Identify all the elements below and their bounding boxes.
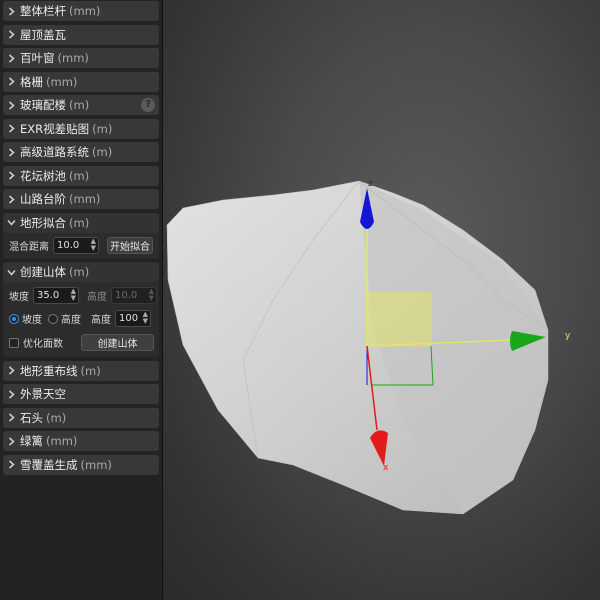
radio-height-label: 高度 bbox=[61, 315, 81, 326]
chevron-right-icon bbox=[7, 413, 17, 422]
chevron-right-icon bbox=[7, 194, 17, 204]
section-label: 高级道路系统 bbox=[20, 145, 89, 159]
chevron-right-icon bbox=[7, 77, 17, 86]
terrain-fit-unit: (m) bbox=[69, 215, 90, 230]
section-unit: (mm) bbox=[80, 457, 112, 472]
section-unit: (mm) bbox=[46, 434, 78, 448]
section-unit: (m) bbox=[92, 145, 113, 159]
x-axis-label: x bbox=[383, 463, 389, 473]
chevron-right-icon bbox=[7, 6, 17, 16]
chevron-right-icon bbox=[7, 460, 17, 469]
chevron-right-icon bbox=[7, 124, 17, 133]
section-header[interactable]: 外景天空 bbox=[3, 384, 159, 404]
section-header[interactable]: 山路台阶 (mm) bbox=[3, 189, 159, 209]
stepper-arrows-icon[interactable]: ▲ ▼ bbox=[91, 238, 96, 252]
section-unit: (m) bbox=[92, 121, 113, 136]
chevron-down-icon bbox=[7, 218, 17, 227]
section-label: 百叶窗 bbox=[20, 51, 55, 65]
section-label: 格栅 bbox=[20, 74, 43, 89]
tools-sidebar: 整体栏杆 (mm) 屋顶盖瓦 百叶窗 (mm) 格栅 (mm) 玻璃配楼 (m)? EXR视差贴图… bbox=[0, 0, 163, 600]
mountain-scene[interactable]: z y x bbox=[163, 0, 600, 600]
start-fit-button[interactable]: 开始拟合 bbox=[107, 237, 153, 254]
terrain-fit-panel: 地形拟合 (m) 混合距离 10.0 ▲ ▼ 开始拟合 bbox=[3, 212, 159, 259]
chevron-right-icon bbox=[7, 147, 17, 157]
3d-viewport[interactable]: z y x bbox=[163, 0, 600, 600]
section-label: 外景天空 bbox=[20, 387, 66, 401]
chevron-right-icon bbox=[7, 436, 17, 446]
section-header[interactable]: 格栅 (mm) bbox=[3, 71, 159, 92]
section-label: 地形重布线 bbox=[20, 363, 78, 378]
section-label: 山路台阶 bbox=[20, 192, 66, 206]
radio-height[interactable] bbox=[48, 313, 58, 324]
create-mountain-header[interactable]: 创建山体 (m) bbox=[3, 262, 159, 282]
section-header[interactable]: 花坛树池 (m) bbox=[3, 165, 159, 186]
section-unit: (mm) bbox=[69, 192, 101, 206]
optimize-faces-label: 优化面数 bbox=[23, 339, 63, 350]
z-axis-label: z bbox=[368, 179, 373, 189]
create-mountain-button[interactable]: 创建山体 bbox=[81, 334, 154, 351]
chevron-right-icon bbox=[7, 100, 17, 110]
blend-distance-value: 10.0 bbox=[57, 240, 80, 251]
section-label: EXR视差贴图 bbox=[20, 121, 90, 136]
terrain-fit-label: 地形拟合 bbox=[20, 215, 66, 230]
gizmo-plane[interactable] bbox=[366, 291, 432, 347]
section-label: 雪覆盖生成 bbox=[20, 457, 78, 472]
chevron-right-icon bbox=[7, 30, 17, 39]
create-mountain-unit: (m) bbox=[69, 265, 90, 279]
chevron-right-icon bbox=[7, 171, 17, 180]
chevron-right-icon bbox=[7, 389, 17, 399]
section-header[interactable]: EXR视差贴图 (m) bbox=[3, 118, 159, 139]
section-header[interactable]: 雪覆盖生成 (mm) bbox=[3, 454, 159, 475]
stepper-arrows-icon: ▲ ▼ bbox=[148, 287, 154, 302]
section-label: 石头 bbox=[20, 410, 43, 425]
y-axis-label: y bbox=[565, 331, 571, 341]
slope-label: 坡度 bbox=[9, 292, 29, 303]
section-label: 玻璃配楼 bbox=[20, 98, 66, 112]
height-input[interactable]: 100 ▲ ▼ bbox=[115, 310, 151, 327]
radio-slope-label: 坡度 bbox=[22, 315, 42, 326]
section-header[interactable]: 地形重布线 (m) bbox=[3, 360, 159, 381]
section-label: 整体栏杆 bbox=[20, 4, 66, 18]
section-unit: (m) bbox=[80, 363, 101, 378]
section-header[interactable]: 高级道路系统 (m) bbox=[3, 142, 159, 162]
section-label: 屋顶盖瓦 bbox=[20, 27, 66, 42]
slope-input[interactable]: 35.0 ▲ ▼ bbox=[33, 287, 79, 304]
create-mountain-panel: 创建山体 (m) 坡度 35.0 ▲ ▼ 高度 10.0 ▲ ▼ 坡度 高度 高度 … bbox=[3, 262, 159, 357]
section-header[interactable]: 屋顶盖瓦 bbox=[3, 24, 159, 45]
stepper-arrows-icon[interactable]: ▲ ▼ bbox=[71, 288, 76, 302]
section-unit: (mm) bbox=[69, 4, 101, 18]
blend-distance-label: 混合距离 bbox=[9, 242, 49, 253]
section-unit: (m) bbox=[69, 98, 90, 112]
section-unit: (m) bbox=[69, 168, 90, 183]
help-icon[interactable]: ? bbox=[141, 98, 155, 112]
stepper-arrows-icon[interactable]: ▲ ▼ bbox=[143, 311, 148, 325]
height-disabled-value: 10.0 bbox=[115, 290, 138, 301]
section-header[interactable]: 玻璃配楼 (m)? bbox=[3, 95, 159, 115]
section-unit: (mm) bbox=[57, 51, 89, 65]
section-header[interactable]: 石头 (m) bbox=[3, 407, 159, 428]
section-label: 绿篱 bbox=[20, 434, 43, 448]
slope-value: 35.0 bbox=[37, 290, 60, 301]
height-disabled-label: 高度 bbox=[87, 292, 107, 303]
section-unit: (m) bbox=[46, 410, 67, 425]
optimize-faces-checkbox[interactable] bbox=[9, 337, 19, 348]
section-header[interactable]: 整体栏杆 (mm) bbox=[3, 1, 159, 21]
chevron-right-icon bbox=[7, 53, 17, 63]
height-disabled-input: 10.0 ▲ ▼ bbox=[111, 287, 157, 304]
height-value: 100 bbox=[119, 313, 139, 324]
radio-slope[interactable] bbox=[9, 313, 19, 324]
section-label: 花坛树池 bbox=[20, 168, 66, 183]
section-header[interactable]: 百叶窗 (mm) bbox=[3, 48, 159, 68]
chevron-right-icon bbox=[7, 366, 17, 375]
create-mountain-label: 创建山体 bbox=[20, 265, 66, 279]
section-unit: (mm) bbox=[46, 74, 78, 89]
blend-distance-input[interactable]: 10.0 ▲ ▼ bbox=[53, 237, 99, 254]
height-label: 高度 bbox=[91, 315, 111, 326]
terrain-fit-header[interactable]: 地形拟合 (m) bbox=[3, 212, 159, 233]
section-header[interactable]: 绿篱 (mm) bbox=[3, 431, 159, 451]
chevron-down-icon bbox=[7, 268, 17, 277]
